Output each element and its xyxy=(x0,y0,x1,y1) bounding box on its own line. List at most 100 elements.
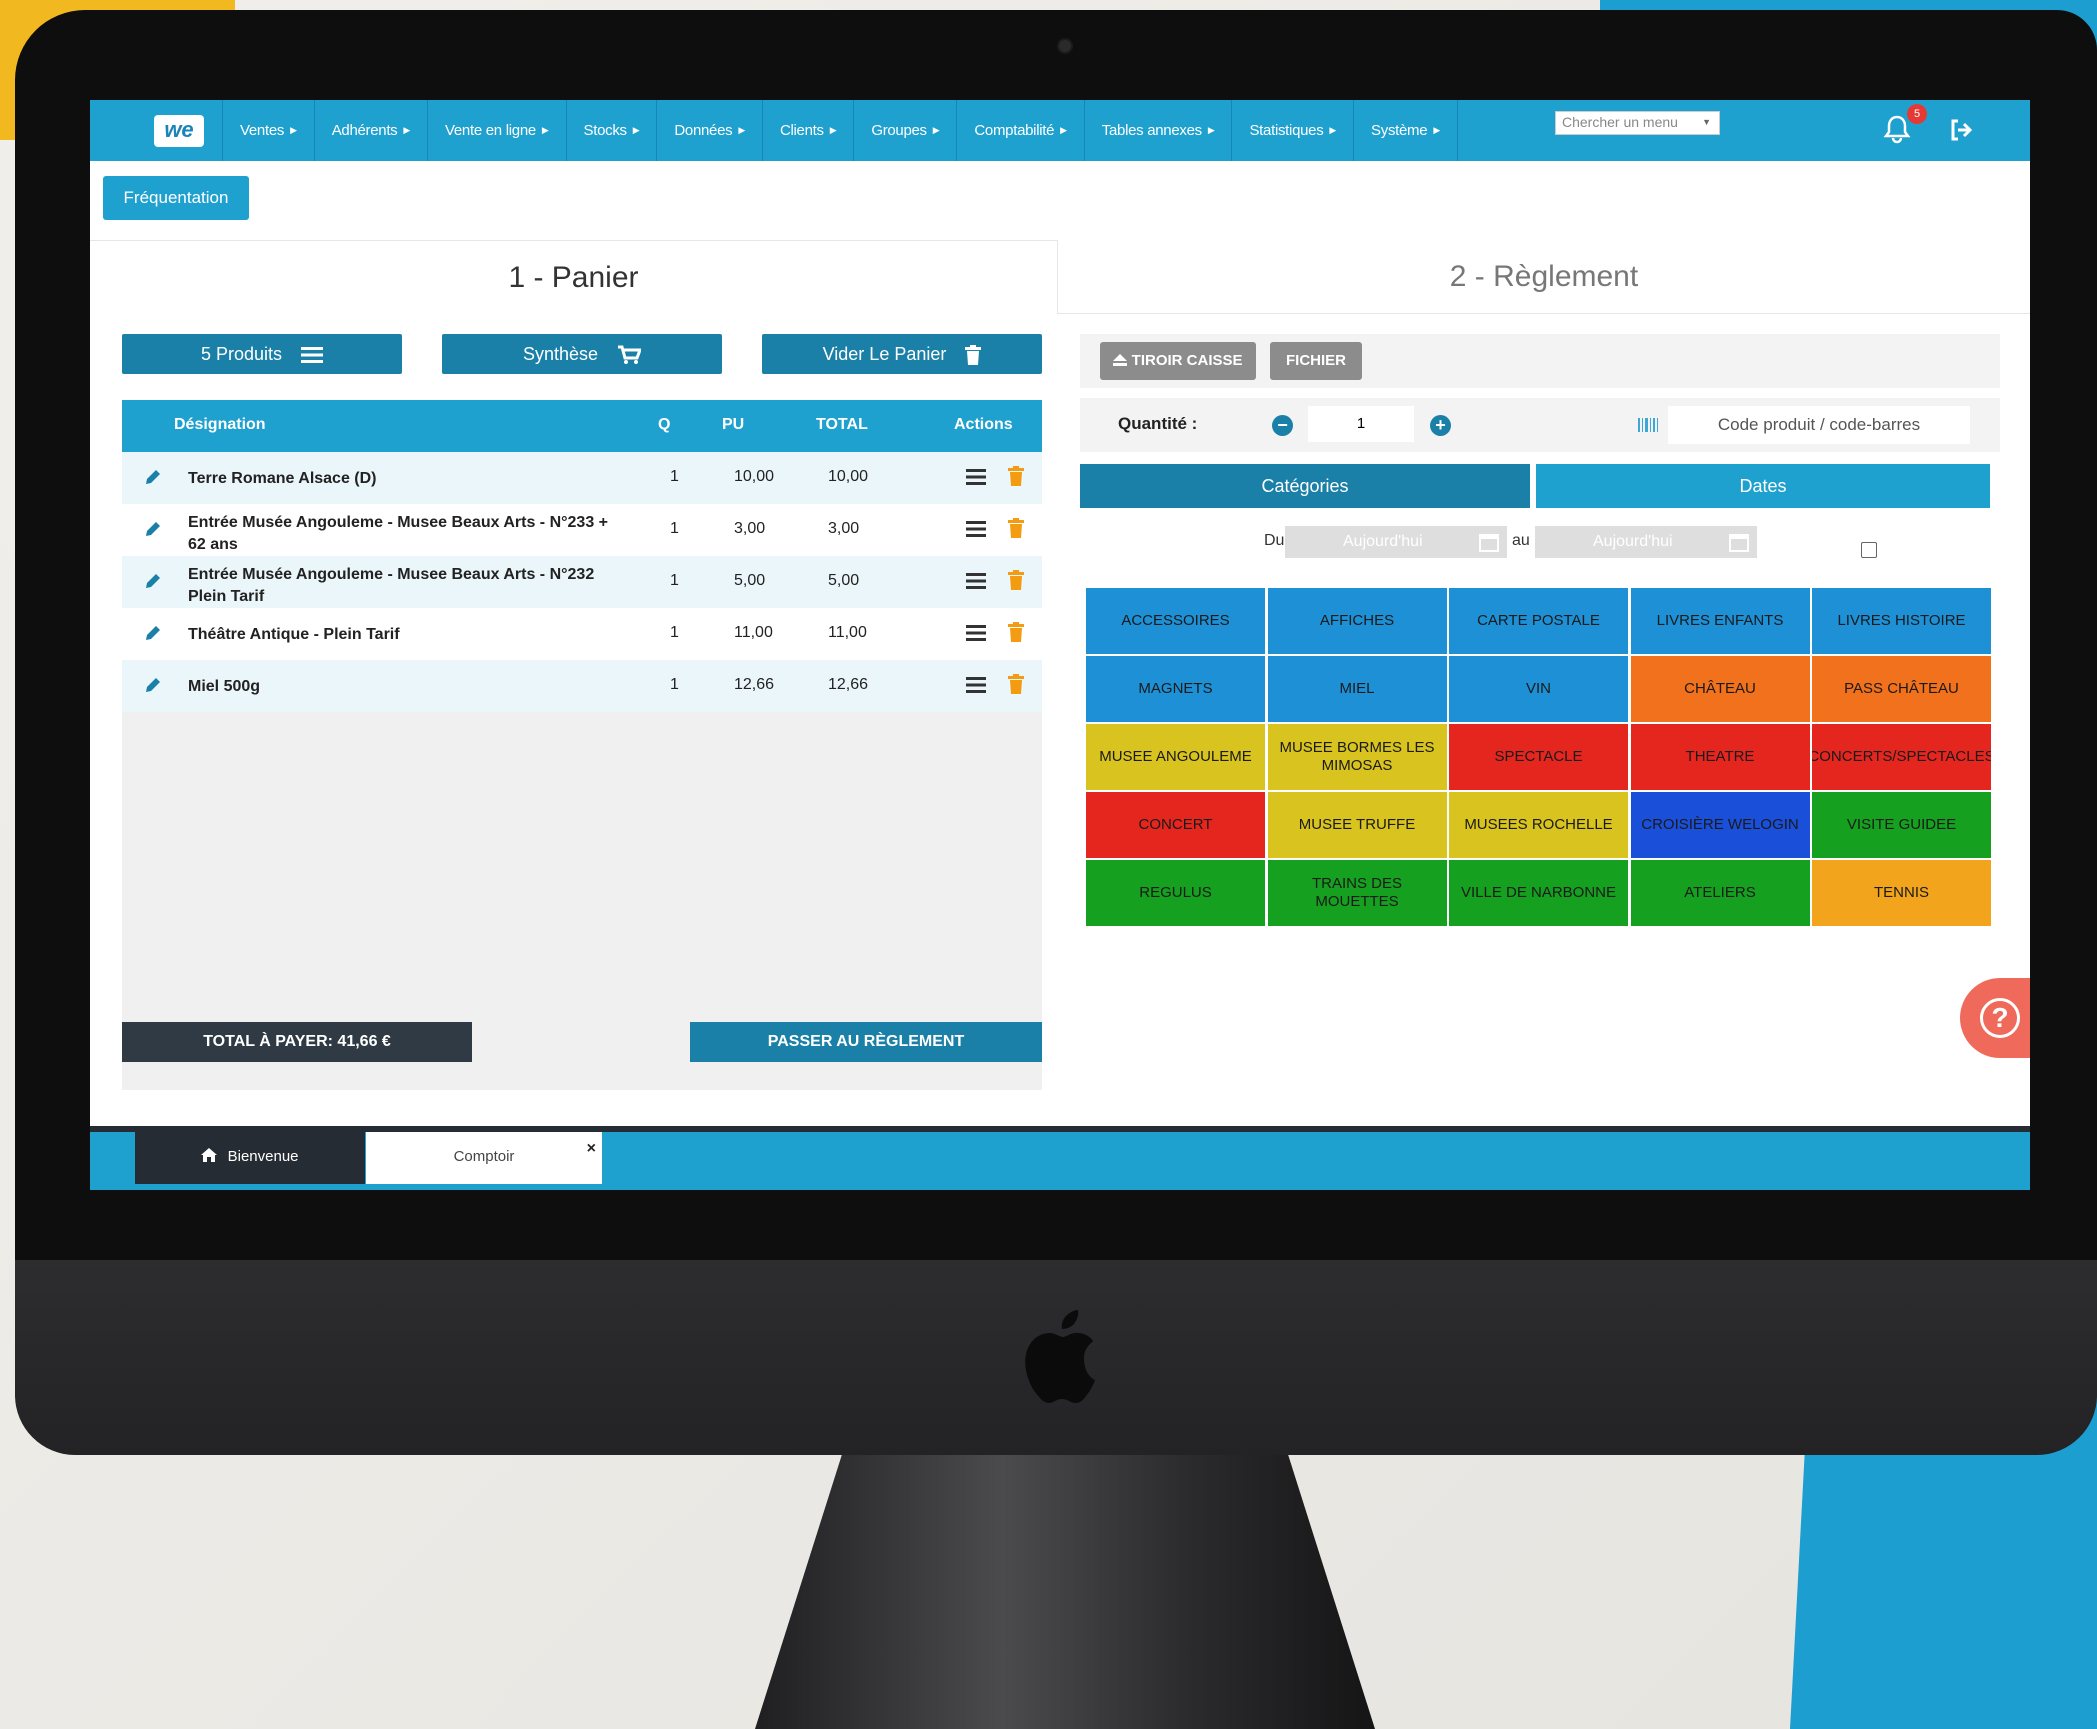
trash-icon[interactable] xyxy=(1008,570,1024,590)
menu-item-statistiques[interactable]: Statistiques ▶ xyxy=(1231,100,1353,161)
category-button[interactable]: TENNIS xyxy=(1812,860,1991,926)
category-button[interactable]: MIEL xyxy=(1267,656,1447,722)
category-button[interactable]: AFFICHES xyxy=(1267,588,1447,654)
total-to-pay: TOTAL À PAYER: 41,66 € xyxy=(122,1022,472,1062)
category-button[interactable]: LIVRES HISTOIRE xyxy=(1812,588,1991,654)
column-header-total: TOTAL xyxy=(816,416,868,433)
caret-right-icon: ▶ xyxy=(1207,125,1215,135)
category-button[interactable]: CROISIÈRE WELOGIN xyxy=(1630,792,1810,858)
menu-icon[interactable] xyxy=(966,676,986,694)
caret-right-icon: ▶ xyxy=(1060,125,1067,135)
row-designation: Théâtre Antique - Plein Tarif xyxy=(188,626,400,643)
trash-icon[interactable] xyxy=(1008,466,1024,486)
minus-circle-icon[interactable]: − xyxy=(1272,415,1293,436)
row-designation: Miel 500g xyxy=(188,678,261,695)
trash-icon[interactable] xyxy=(1008,674,1024,694)
category-button[interactable]: MUSEE BORMES LES MIMOSAS xyxy=(1267,724,1447,790)
quantity-input[interactable]: 1 xyxy=(1308,406,1414,442)
app-logo[interactable]: we xyxy=(154,115,204,147)
summary-button[interactable]: Synthèse xyxy=(442,334,722,374)
products-list-button[interactable]: 5 Produits xyxy=(122,334,402,374)
menu-search-select[interactable]: Chercher un menu ▼ xyxy=(1555,111,1720,135)
trash-icon[interactable] xyxy=(1008,518,1024,538)
edit-pencil-icon[interactable] xyxy=(144,468,162,486)
category-button[interactable]: VILLE DE NARBONNE xyxy=(1449,860,1628,926)
step1-title[interactable]: 1 - Panier xyxy=(90,240,1058,314)
edit-pencil-icon[interactable] xyxy=(144,520,162,538)
row-quantity: 1 xyxy=(670,624,679,641)
table-header: Désignation Q PU TOTAL Actions xyxy=(122,400,1042,452)
bottom-tab-bar: Bienvenue Comptoir × xyxy=(90,1126,2030,1190)
category-button[interactable]: VISITE GUIDEE xyxy=(1812,792,1991,858)
edit-pencil-icon[interactable] xyxy=(144,624,162,642)
menu-item-vente-en-ligne[interactable]: Vente en ligne ▶ xyxy=(427,100,566,161)
camera-icon xyxy=(1057,38,1073,54)
category-button[interactable]: CONCERT xyxy=(1086,792,1265,858)
calendar-icon xyxy=(1479,534,1499,552)
menu-icon[interactable] xyxy=(966,520,986,538)
tab-comptoir[interactable]: Comptoir × xyxy=(366,1132,602,1184)
menu-item-groupes[interactable]: Groupes ▶ xyxy=(853,100,956,161)
date-from-input[interactable]: Aujourd'hui xyxy=(1285,526,1507,558)
cash-drawer-button[interactable]: TIROIR CAISSE xyxy=(1100,342,1256,380)
row-total: 12,66 xyxy=(828,676,869,693)
category-button[interactable]: CARTE POSTALE xyxy=(1449,588,1628,654)
category-button[interactable]: TRAINS DES MOUETTES xyxy=(1267,860,1447,926)
category-button[interactable]: ATELIERS xyxy=(1630,860,1810,926)
menu-item-comptabilite[interactable]: Comptabilité ▶ xyxy=(956,100,1083,161)
row-unit-price: 3,00 xyxy=(734,520,766,537)
trash-icon[interactable] xyxy=(1008,622,1024,642)
menu-icon[interactable] xyxy=(966,624,986,642)
edit-pencil-icon[interactable] xyxy=(144,572,162,590)
row-designation: Terre Romane Alsace (D) xyxy=(188,470,377,487)
menu-item-systeme[interactable]: Système ▶ xyxy=(1353,100,1458,161)
eject-icon xyxy=(1113,354,1128,366)
category-button[interactable]: MAGNETS xyxy=(1086,656,1265,722)
category-button[interactable]: REGULUS xyxy=(1086,860,1265,926)
row-designation: Entrée Musée Angouleme - Musee Beaux Art… xyxy=(188,514,609,553)
file-button[interactable]: FICHIER xyxy=(1270,342,1362,380)
tab-dates[interactable]: Dates xyxy=(1536,464,1990,508)
help-button[interactable]: ? xyxy=(1960,978,2030,1058)
date-to-input[interactable]: Aujourd'hui xyxy=(1535,526,1757,558)
category-button[interactable]: MUSEE ANGOULEME xyxy=(1086,724,1265,790)
proceed-to-payment-button[interactable]: PASSER AU RÈGLEMENT xyxy=(690,1022,1042,1062)
close-icon[interactable]: × xyxy=(587,1124,596,1174)
menu-item-clients[interactable]: Clients ▶ xyxy=(761,100,853,161)
empty-cart-button[interactable]: Vider Le Panier xyxy=(762,334,1042,374)
row-quantity: 1 xyxy=(670,468,679,485)
step2-title[interactable]: 2 - Règlement xyxy=(1058,240,2030,314)
category-button[interactable]: CHÂTEAU xyxy=(1630,656,1810,722)
category-button[interactable]: MUSEE TRUFFE xyxy=(1267,792,1447,858)
table-row: Miel 500g 1 12,66 12,66 xyxy=(122,660,1042,712)
category-button[interactable]: LIVRES ENFANTS xyxy=(1630,588,1810,654)
tab-categories[interactable]: Catégories xyxy=(1080,464,1530,508)
date-filter-checkbox[interactable] xyxy=(1861,542,1877,558)
category-button[interactable]: PASS CHÂTEAU xyxy=(1812,656,1991,722)
plus-circle-icon[interactable]: + xyxy=(1430,415,1451,436)
caret-right-icon: ▶ xyxy=(541,125,549,135)
menu-item-tables-annexes[interactable]: Tables annexes ▶ xyxy=(1083,100,1232,161)
menu-item-ventes[interactable]: Ventes ▶ xyxy=(222,100,314,161)
category-button[interactable]: SPECTACLE xyxy=(1449,724,1628,790)
bell-icon[interactable] xyxy=(1883,114,1911,144)
category-button[interactable]: THEATRE xyxy=(1630,724,1810,790)
menu-item-adherents[interactable]: Adhérents ▶ xyxy=(313,100,427,161)
menu-icon[interactable] xyxy=(966,572,986,590)
column-header-q: Q xyxy=(658,416,671,433)
edit-pencil-icon[interactable] xyxy=(144,676,162,694)
caret-right-icon: ▶ xyxy=(1433,125,1440,135)
row-quantity: 1 xyxy=(670,676,679,693)
category-button[interactable]: MUSEES ROCHELLE xyxy=(1449,792,1628,858)
logout-icon[interactable] xyxy=(1948,117,1974,143)
menu-item-donnees[interactable]: Données ▶ xyxy=(656,100,762,161)
product-code-input[interactable]: Code produit / code-barres xyxy=(1668,406,1970,444)
category-button[interactable]: CONCERTS/SPECTACLES xyxy=(1812,724,1991,790)
category-button[interactable]: ACCESSOIRES xyxy=(1086,588,1265,654)
category-button[interactable]: VIN xyxy=(1449,656,1628,722)
menu-item-stocks[interactable]: Stocks ▶ xyxy=(565,100,657,161)
menu-icon[interactable] xyxy=(966,468,986,486)
tab-bienvenue[interactable]: Bienvenue xyxy=(135,1132,365,1184)
frequentation-button[interactable]: Fréquentation xyxy=(103,176,249,220)
help-icon: ? xyxy=(1980,998,2020,1038)
